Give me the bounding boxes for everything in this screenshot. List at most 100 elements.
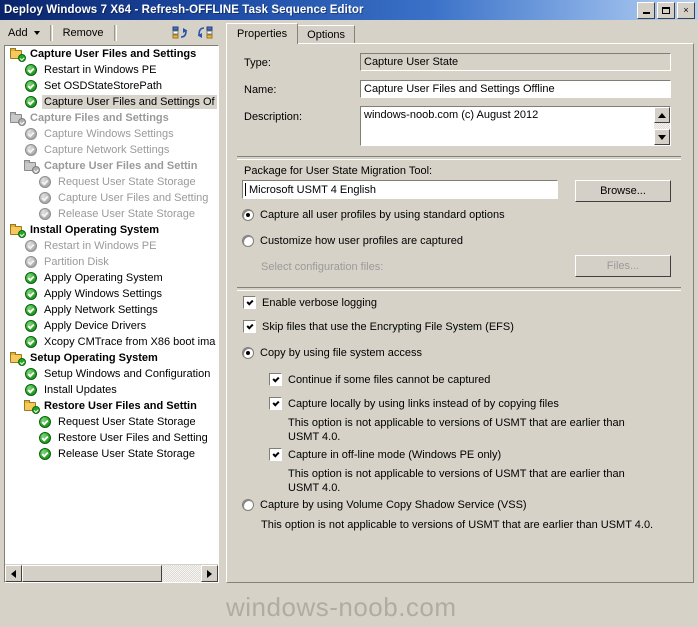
- tree-item-label: Capture Files and Settings: [30, 112, 169, 124]
- tree-item[interactable]: Capture Files and Settings: [5, 110, 218, 126]
- minimize-button[interactable]: [637, 2, 655, 19]
- tree-item[interactable]: Capture User Files and Settings Of: [5, 94, 218, 110]
- checkbox-enable-verbose-logging[interactable]: Enable verbose logging: [243, 296, 377, 309]
- description-value: windows-noob.com (c) August 2012: [364, 109, 539, 121]
- maximize-button[interactable]: [657, 2, 675, 19]
- browse-button[interactable]: Browse...: [575, 180, 671, 202]
- tab-options[interactable]: Options: [297, 25, 356, 44]
- radio-capture-all-profiles-label: Capture all user profiles by using stand…: [260, 209, 505, 221]
- package-input[interactable]: Microsoft USMT 4 English: [242, 180, 558, 199]
- checkbox-continue-if-files-fail[interactable]: Continue if some files cannot be capture…: [269, 373, 490, 386]
- tree-item[interactable]: Install Operating System: [5, 222, 218, 238]
- checkbox-capture-offline-mode-label: Capture in off-line mode (Windows PE onl…: [288, 448, 502, 461]
- description-vertical-scrollbar[interactable]: [654, 107, 670, 145]
- scroll-right-button[interactable]: [201, 565, 218, 582]
- radio-capture-all-profiles[interactable]: Capture all user profiles by using stand…: [242, 209, 505, 221]
- tree-horizontal-scrollbar[interactable]: [5, 564, 218, 582]
- tree-item[interactable]: Restart in Windows PE: [5, 238, 218, 254]
- tree-item[interactable]: Apply Device Drivers: [5, 318, 218, 334]
- tree-item-label: Xcopy CMTrace from X86 boot ima: [44, 336, 216, 348]
- step-check-icon: [23, 287, 39, 302]
- move-down-icon[interactable]: [196, 25, 214, 41]
- tree-item-label: Request User State Storage: [58, 176, 196, 188]
- checkbox-enable-verbose-logging-label: Enable verbose logging: [262, 296, 377, 309]
- divider-1: [237, 156, 681, 160]
- scroll-left-button[interactable]: [5, 565, 22, 582]
- checkbox-skip-efs-files[interactable]: Skip files that use the Encrypting File …: [243, 320, 514, 333]
- tree-item-label: Release User State Storage: [58, 208, 195, 220]
- tree-item[interactable]: Setup Operating System: [5, 350, 218, 366]
- tree-item-label: Capture User Files and Setting: [58, 192, 209, 204]
- radio-button-icon: [242, 235, 254, 247]
- radio-customize-profiles-label: Customize how user profiles are captured: [260, 235, 463, 247]
- radio-capture-vss[interactable]: Capture by using Volume Copy Shadow Serv…: [242, 499, 527, 511]
- step-check-icon: [37, 447, 53, 462]
- close-button[interactable]: ×: [677, 2, 695, 19]
- add-button[interactable]: Add: [2, 25, 46, 42]
- tree-item-label: Request User State Storage: [58, 416, 196, 428]
- tree-item[interactable]: Capture User Files and Settings: [5, 46, 218, 62]
- tree-item[interactable]: Partition Disk: [5, 254, 218, 270]
- step-check-icon: [37, 191, 53, 206]
- tree-item-label: Restart in Windows PE: [44, 64, 157, 76]
- check-badge-icon: [18, 357, 26, 366]
- check-badge-icon: [18, 117, 26, 126]
- tree-item[interactable]: Setup Windows and Configuration: [5, 366, 218, 382]
- step-check-icon: [37, 207, 53, 222]
- tab-properties[interactable]: Properties: [226, 23, 299, 44]
- tree-item[interactable]: Release User State Storage: [5, 446, 218, 462]
- radio-capture-vss-label: Capture by using Volume Copy Shadow Serv…: [260, 499, 527, 511]
- tree-item-label: Restore User Files and Setting: [58, 432, 208, 444]
- tree-item-label: Install Updates: [44, 384, 117, 396]
- tree-item[interactable]: Restore User Files and Settin: [5, 398, 218, 414]
- tree-item[interactable]: Capture User Files and Settin: [5, 158, 218, 174]
- radio-copy-file-system-access-label: Copy by using file system access: [260, 347, 423, 359]
- scroll-track[interactable]: [22, 565, 201, 582]
- description-scroll-up-button[interactable]: [654, 107, 670, 123]
- remove-button[interactable]: Remove: [57, 25, 110, 42]
- checkbox-capture-offline-mode[interactable]: Capture in off-line mode (Windows PE onl…: [269, 448, 501, 461]
- checkbox-capture-locally-links[interactable]: Capture locally by using links instead o…: [269, 397, 559, 410]
- toolbar-separator: [49, 25, 53, 41]
- move-up-icon[interactable]: [172, 25, 190, 41]
- tree-item[interactable]: Capture Windows Settings: [5, 126, 218, 142]
- radio-button-icon: [242, 209, 254, 221]
- tree-item[interactable]: Capture User Files and Setting: [5, 190, 218, 206]
- tree-item[interactable]: Request User State Storage: [5, 174, 218, 190]
- radio-customize-profiles[interactable]: Customize how user profiles are captured: [242, 235, 463, 247]
- toolbar-separator-2: [113, 25, 117, 41]
- name-input[interactable]: Capture User Files and Settings Offline: [360, 80, 671, 98]
- checkbox-icon: [243, 296, 256, 309]
- tree-item[interactable]: Release User State Storage: [5, 206, 218, 222]
- tree-item-label: Capture Network Settings: [44, 144, 170, 156]
- tree-item-label: Install Operating System: [30, 224, 159, 236]
- tree-item-label: Capture Windows Settings: [44, 128, 174, 140]
- tree-item[interactable]: Set OSDStateStorePath: [5, 78, 218, 94]
- tree-item[interactable]: Apply Network Settings: [5, 302, 218, 318]
- step-check-icon: [23, 255, 39, 270]
- dialog-footer: OK Cancel Apply: [0, 590, 698, 627]
- description-textarea[interactable]: windows-noob.com (c) August 2012: [360, 106, 671, 146]
- step-check-icon: [23, 383, 39, 398]
- tree-item[interactable]: Apply Operating System: [5, 270, 218, 286]
- scroll-thumb[interactable]: [22, 565, 162, 582]
- divider-2: [237, 287, 681, 291]
- tree-item-label: Setup Operating System: [30, 352, 158, 364]
- tree-item-label: Capture User Files and Settin: [44, 160, 198, 172]
- task-sequence-editor-window: Deploy Windows 7 X64 - Refresh-OFFLINE T…: [0, 0, 698, 627]
- tree-item[interactable]: Install Updates: [5, 382, 218, 398]
- tree-item[interactable]: Capture Network Settings: [5, 142, 218, 158]
- tree-item-label: Partition Disk: [44, 256, 109, 268]
- radio-copy-file-system-access[interactable]: Copy by using file system access: [242, 347, 422, 359]
- description-scroll-down-button[interactable]: [654, 129, 670, 145]
- radio-button-icon: [242, 499, 254, 511]
- task-sequence-tree[interactable]: Capture User Files and Settings Restart i…: [4, 45, 219, 583]
- tree-item[interactable]: Xcopy CMTrace from X86 boot ima: [5, 334, 218, 350]
- tree-item[interactable]: Request User State Storage: [5, 414, 218, 430]
- tree-item[interactable]: Apply Windows Settings: [5, 286, 218, 302]
- checkbox-skip-efs-files-label: Skip files that use the Encrypting File …: [262, 320, 514, 333]
- tree-item[interactable]: Restore User Files and Setting: [5, 430, 218, 446]
- tree-item[interactable]: Restart in Windows PE: [5, 62, 218, 78]
- title-bar: Deploy Windows 7 X64 - Refresh-OFFLINE T…: [0, 0, 698, 20]
- properties-panel: Type: Capture User State Name: Capture U…: [226, 43, 694, 583]
